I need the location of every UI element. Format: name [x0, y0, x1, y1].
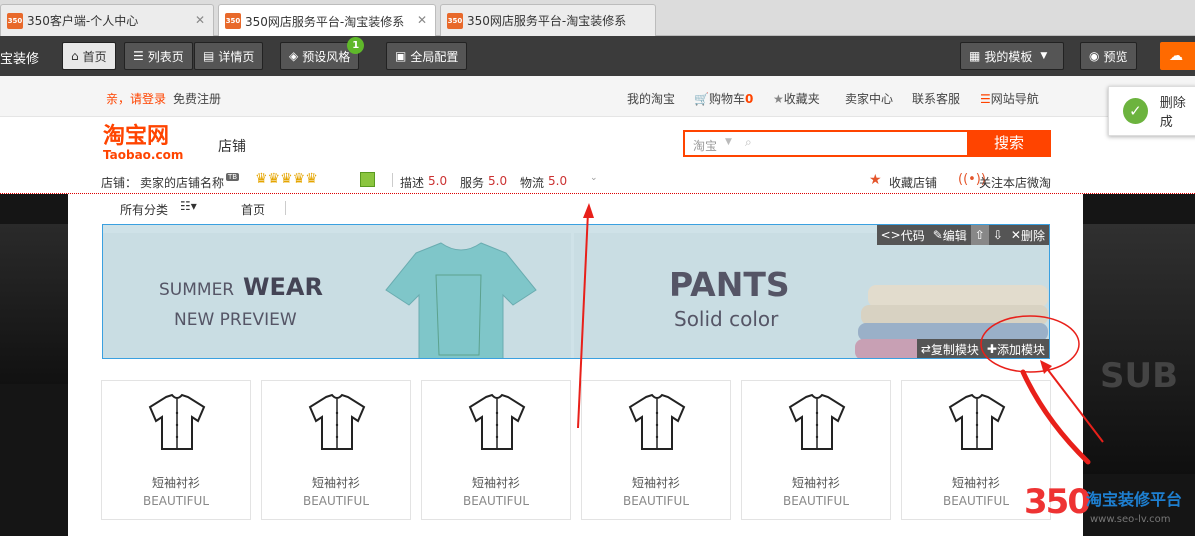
- annotation-arrowhead: [583, 203, 594, 218]
- annotation-arrow: [1044, 365, 1104, 443]
- watermark-number: 350: [1024, 482, 1091, 522]
- watermark-url: www.seo-lv.com: [1090, 514, 1171, 525]
- annotation-overlay: [577, 203, 1104, 465]
- highlight-circle: [980, 315, 1080, 373]
- annotation-arrow: [577, 211, 589, 429]
- watermark-logo: 350 淘宝装修平台 www.seo-lv.com: [1024, 482, 1195, 536]
- watermark-text: 淘宝装修平台: [1086, 490, 1183, 509]
- annotation-stroke: [1020, 369, 1091, 465]
